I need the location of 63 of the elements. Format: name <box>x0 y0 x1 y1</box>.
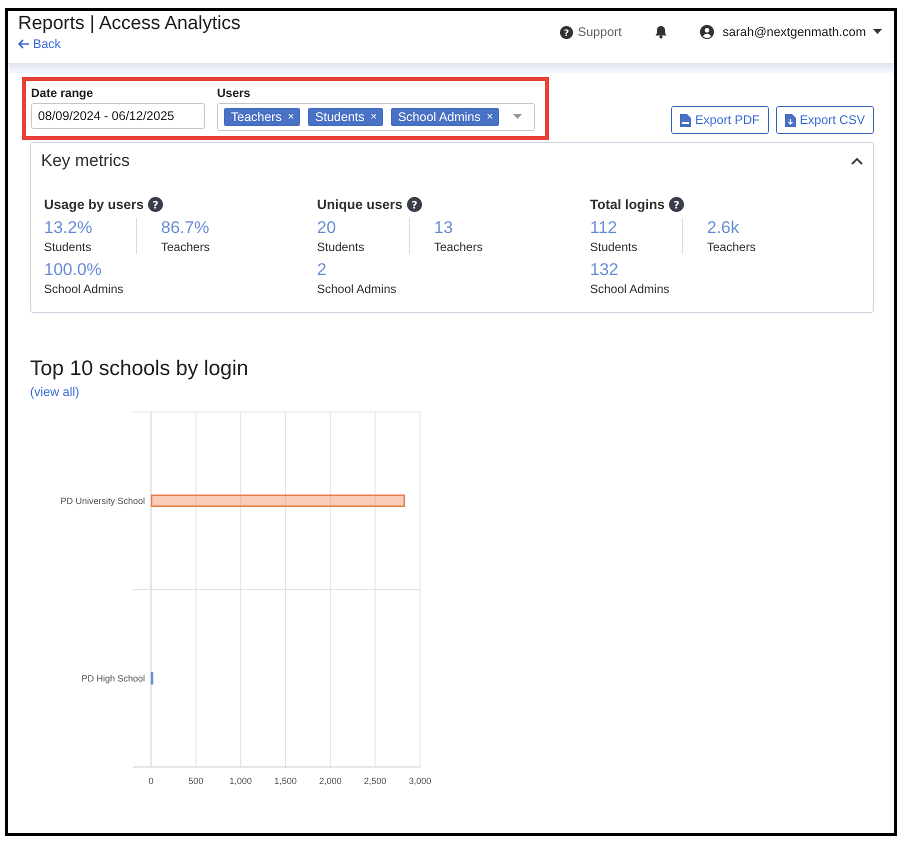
tag-label: School Admins <box>398 110 481 124</box>
axis-label: PD High School <box>81 673 145 684</box>
tag-label: Teachers <box>231 110 282 124</box>
help-icon[interactable]: ? <box>406 197 422 212</box>
caret-icon <box>513 114 522 120</box>
axis-tick-label: 1,000 <box>229 776 252 786</box>
card-title: Key metrics <box>41 151 130 171</box>
metric-group-title: Unique users <box>317 197 403 212</box>
caret-icon <box>873 29 882 35</box>
support-link[interactable]: ? Support <box>560 25 622 39</box>
metric-value: 2.6k <box>707 218 740 238</box>
axis-tick-label: 2,500 <box>364 776 386 786</box>
file-icon <box>784 114 796 126</box>
date-range-field[interactable]: 08/09/2024 - 06/12/2025 <box>31 103 205 129</box>
view-all-link[interactable]: view all <box>34 385 76 399</box>
field-label: Users <box>217 86 252 100</box>
axis-label: PD University School <box>60 496 145 506</box>
arrow-left-icon <box>18 39 30 49</box>
user-avatar-icon <box>700 25 714 39</box>
metric-label: Students <box>317 240 366 254</box>
metric-group-title: Usage by users <box>44 197 144 212</box>
page-title: Reports | Access Analytics <box>18 13 240 35</box>
export-button[interactable]: Export CSV <box>776 106 874 134</box>
metric-group-title: Total logins <box>590 197 665 212</box>
metric-value: 86.7% <box>161 218 210 238</box>
file-icon <box>680 114 692 126</box>
tag-label: Students <box>315 110 365 124</box>
collapse-button[interactable] <box>851 157 863 165</box>
metric-label: Teachers <box>161 240 211 254</box>
metric-value: 20 <box>317 218 337 238</box>
paren: ) <box>75 385 80 399</box>
field-label: Date range <box>31 86 94 100</box>
user-menu[interactable]: sarah@nextgenmath.com <box>700 25 882 39</box>
users-select[interactable]: Teachers × Students × School Admins × <box>217 103 535 131</box>
metric-label: Teachers <box>707 240 757 254</box>
back-link[interactable]: Back <box>18 37 240 51</box>
remove-tag-button[interactable]: × <box>486 111 494 123</box>
metric-label: Students <box>590 240 638 254</box>
bell-icon[interactable] <box>654 25 668 39</box>
metric-label: Students <box>44 240 92 254</box>
chart-title: Top 10 schools by login <box>30 357 250 381</box>
metric-value: 112 <box>590 218 618 238</box>
axis-tick-label: 500 <box>188 776 204 786</box>
metric-value: 100.0% <box>44 260 103 280</box>
metric-value: 132 <box>590 260 620 280</box>
metric-label: School Admins <box>44 282 124 296</box>
metric-label: School Admins <box>590 282 670 296</box>
remove-tag-button[interactable]: × <box>288 111 294 123</box>
metric-label: School Admins <box>317 282 398 296</box>
axis-tick-label: 0 <box>148 776 154 786</box>
axis-tick-label: 1,500 <box>274 776 297 786</box>
metric-value: 13.2% <box>44 218 94 238</box>
help-icon[interactable]: ? <box>668 197 684 212</box>
metric-value: 2 <box>317 260 328 280</box>
help-icon: ? <box>560 26 573 38</box>
help-icon[interactable]: ? <box>148 197 163 212</box>
axis-tick-label: 2,000 <box>319 776 342 786</box>
paren: ( <box>30 385 34 399</box>
remove-tag-button[interactable]: × <box>370 111 377 123</box>
export-button[interactable]: Export PDF <box>671 106 769 134</box>
metric-value: 13 <box>434 218 454 238</box>
axis-tick-label: 3,000 <box>408 776 432 786</box>
metric-label: Teachers <box>434 240 484 254</box>
